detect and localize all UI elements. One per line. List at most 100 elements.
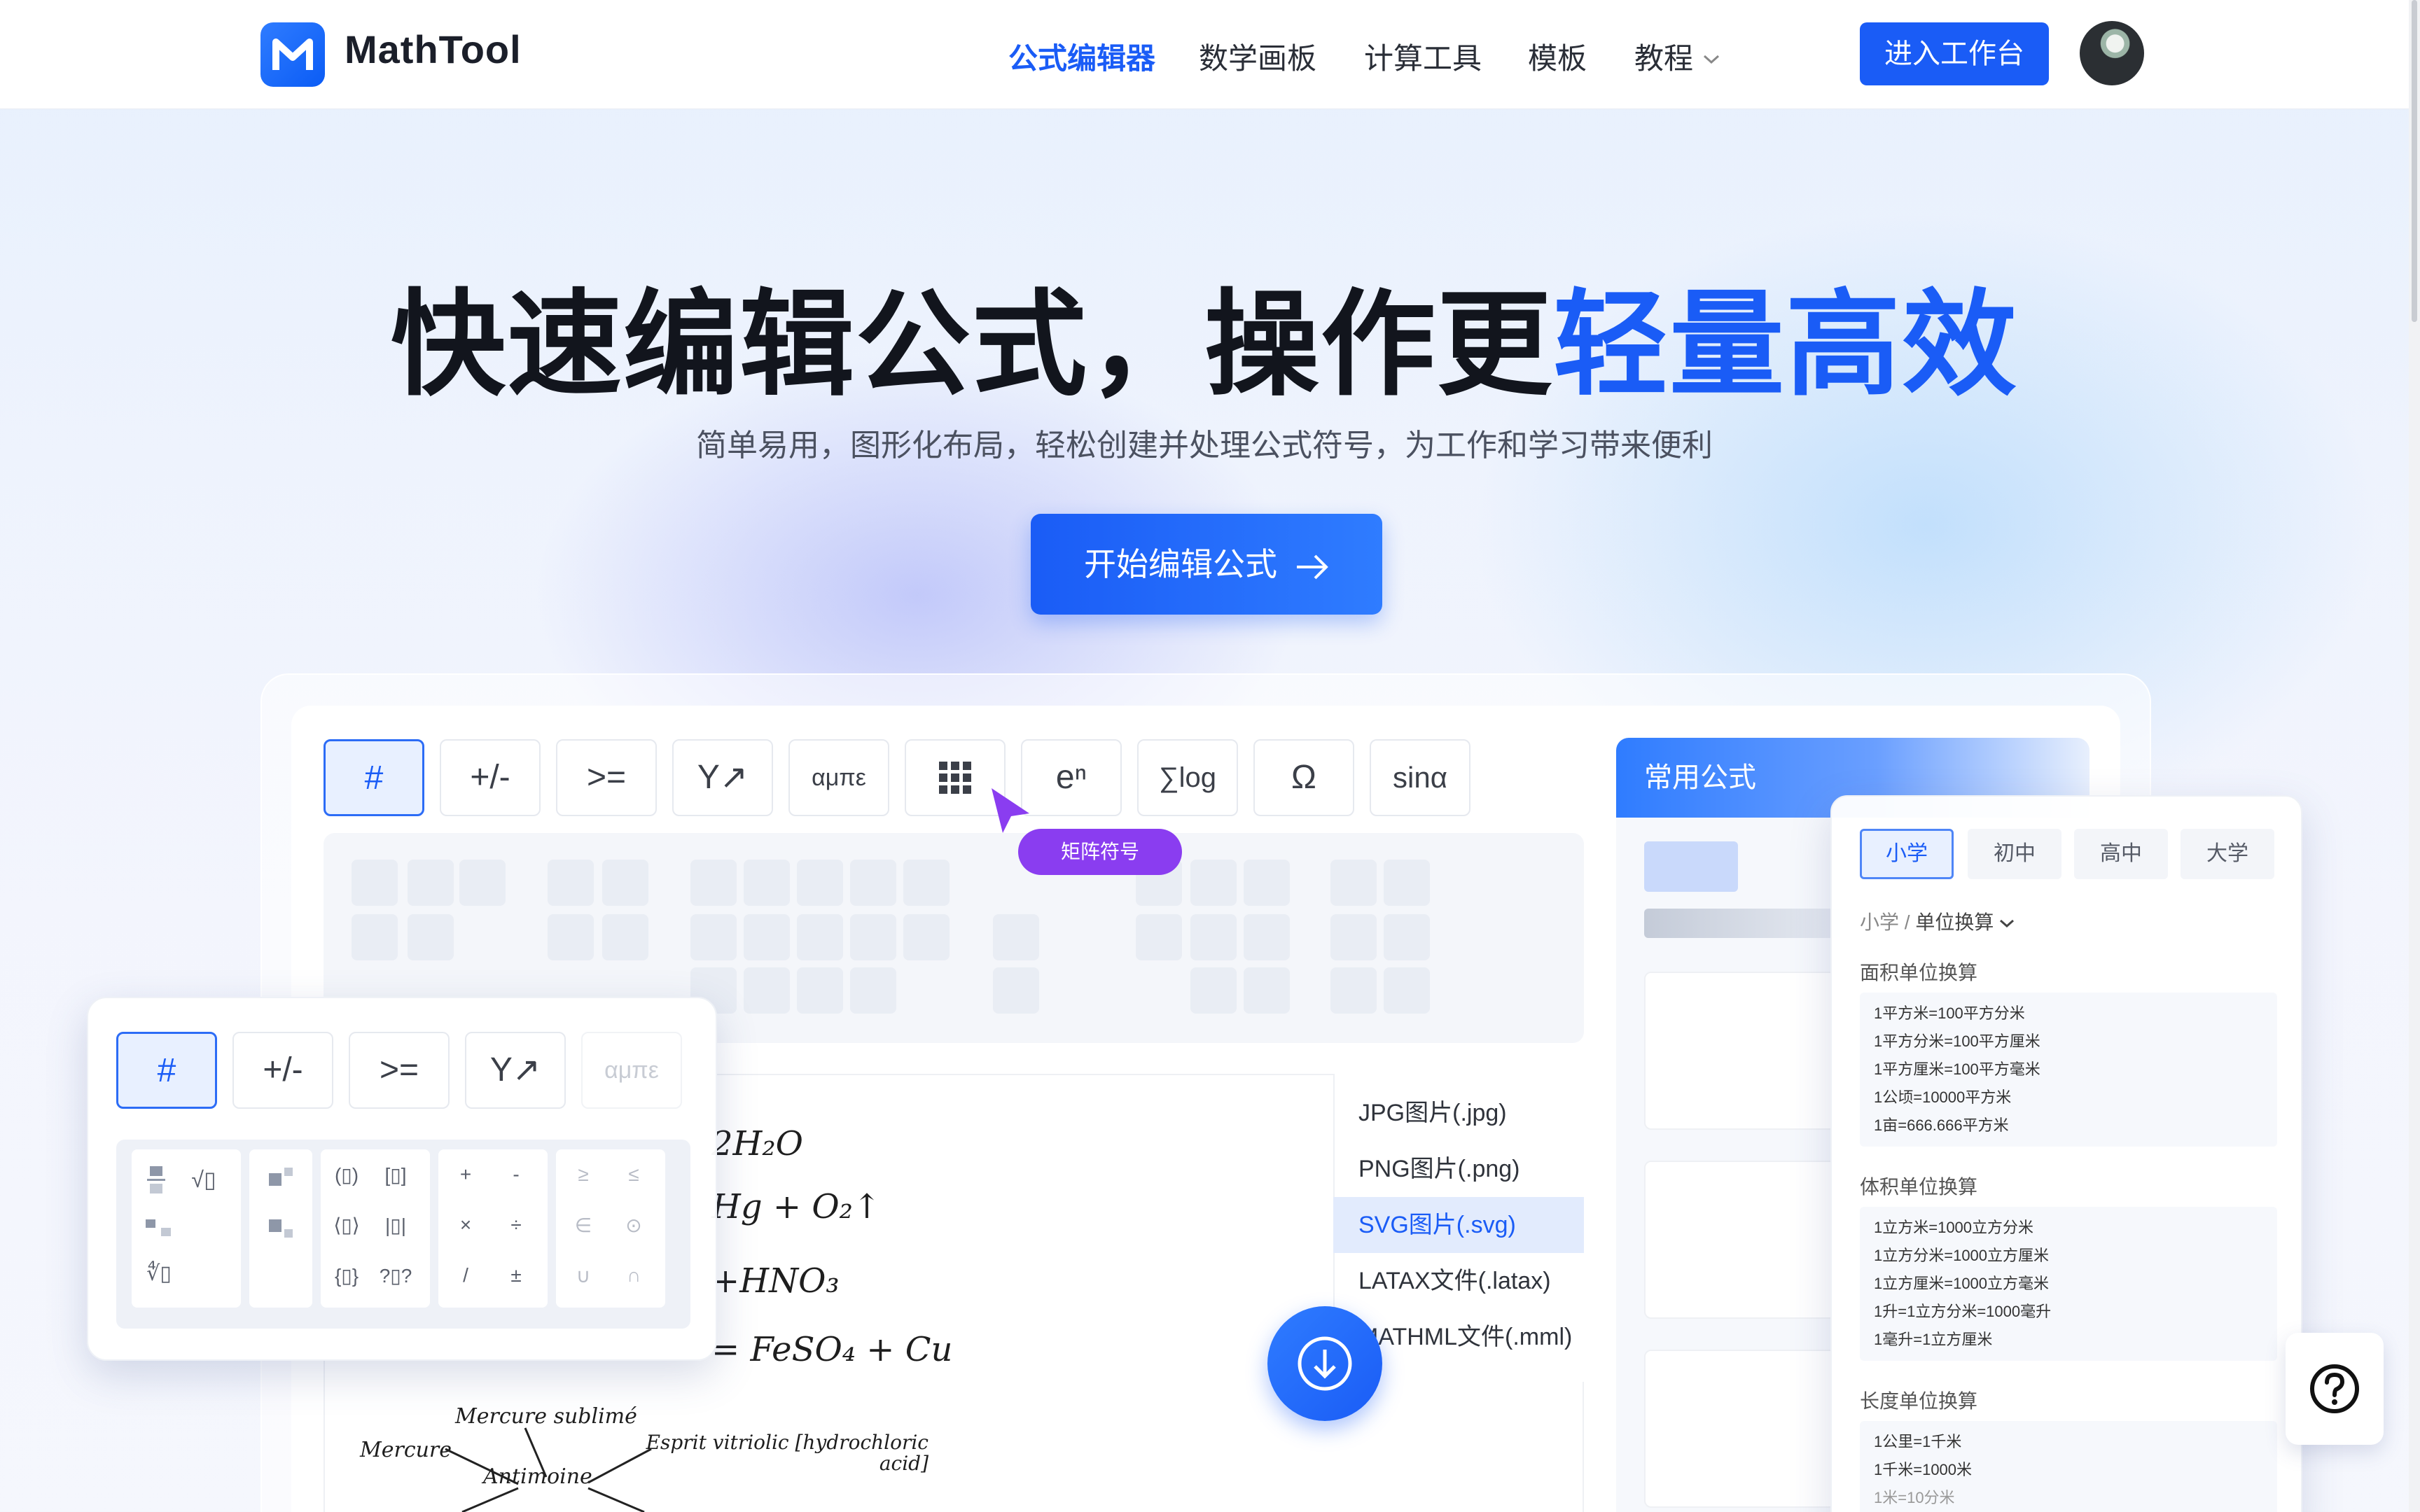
nav-math-board[interactable]: 数学画板 (1199, 35, 1316, 78)
grid-cell[interactable] (744, 967, 790, 1014)
download-button[interactable] (1267, 1306, 1382, 1421)
grid-cell[interactable] (1384, 860, 1430, 906)
breadcrumb[interactable]: 小学 / 单位换算 (1860, 907, 2015, 935)
square-bracket-icon[interactable]: [▯] (378, 1163, 413, 1186)
conditional-icon[interactable]: ?▯? (378, 1264, 413, 1287)
grid-cell[interactable] (1244, 967, 1290, 1014)
grid-cell[interactable] (1330, 914, 1377, 960)
formula-card-placeholder[interactable] (1644, 1161, 1847, 1319)
grid-cell[interactable] (1330, 967, 1377, 1014)
grid-cell[interactable] (850, 914, 896, 960)
breadcrumb-root[interactable]: 小学 / (1860, 911, 1910, 933)
grid-cell[interactable] (602, 914, 648, 960)
grid-cell[interactable] (744, 860, 790, 906)
tool-arrows[interactable]: Y↗ (672, 739, 773, 816)
geq-icon[interactable]: ≥ (566, 1163, 601, 1186)
angle-bracket-icon[interactable]: ⟨▯⟩ (329, 1214, 364, 1237)
slash-icon[interactable]: / (448, 1264, 483, 1287)
grid-cell[interactable] (1190, 967, 1237, 1014)
grid-cell[interactable] (1136, 914, 1182, 960)
grid-cell[interactable] (797, 914, 843, 960)
grid-cell[interactable] (993, 967, 1039, 1014)
grid-cell[interactable] (993, 914, 1039, 960)
grid-cell[interactable] (352, 914, 398, 960)
times-icon[interactable]: × (448, 1214, 483, 1236)
float-tool-greek[interactable]: αμπε (581, 1032, 682, 1109)
grid-cell[interactable] (850, 860, 896, 906)
grid-cell[interactable] (1190, 914, 1237, 960)
minus-icon[interactable]: - (499, 1163, 534, 1186)
nav-calc-tools[interactable]: 计算工具 (1364, 35, 1482, 78)
formula-card-placeholder[interactable] (1644, 972, 1847, 1130)
grid-cell[interactable] (1384, 914, 1430, 960)
export-png[interactable]: PNG图片(.png) (1333, 1141, 1584, 1197)
tool-number[interactable]: # (324, 739, 424, 816)
nav-tutorials[interactable]: 教程 (1634, 35, 1720, 78)
export-svg[interactable]: SVG图片(.svg) (1333, 1197, 1584, 1253)
help-button[interactable] (2286, 1333, 2384, 1445)
grid-cell[interactable] (1244, 914, 1290, 960)
float-tool-number[interactable]: # (116, 1032, 217, 1109)
grid-cell[interactable] (408, 914, 454, 960)
grid-cell[interactable] (1190, 860, 1237, 906)
tab-junior[interactable]: 初中 (1968, 829, 2061, 879)
union-icon[interactable]: ∪ (566, 1264, 601, 1287)
nav-templates[interactable]: 模板 (1528, 35, 1587, 78)
grid-cell[interactable] (690, 860, 737, 906)
logo-icon[interactable] (260, 22, 325, 87)
paren-icon[interactable]: (▯) (329, 1163, 364, 1186)
subscript-icon[interactable] (269, 1219, 294, 1239)
enter-workspace-button[interactable]: 进入工作台 (1860, 22, 2049, 85)
sqrt-icon[interactable]: √▯ (186, 1166, 221, 1193)
tool-sum-log[interactable]: ∑log (1137, 739, 1238, 816)
fraction-icon[interactable] (147, 1165, 165, 1196)
breadcrumb-current[interactable]: 单位换算 (1915, 911, 1994, 933)
grid-cell[interactable] (602, 860, 648, 906)
grid-cell[interactable] (548, 914, 594, 960)
grid-cell[interactable] (797, 967, 843, 1014)
abs-icon[interactable]: |▯| (378, 1214, 413, 1237)
tab-senior[interactable]: 高中 (2074, 829, 2168, 879)
tool-omega[interactable]: Ω (1253, 739, 1354, 816)
grid-cell[interactable] (1384, 967, 1430, 1014)
plusminus-icon[interactable]: ± (499, 1264, 534, 1287)
brand-name[interactable]: MathTool (345, 27, 522, 72)
export-latax[interactable]: LATAX文件(.latax) (1333, 1253, 1584, 1309)
intersection-icon[interactable]: ∩ (616, 1264, 651, 1287)
tool-greek[interactable]: αμπε (788, 739, 889, 816)
formula-tab-placeholder[interactable] (1644, 841, 1738, 892)
odot-icon[interactable]: ⊙ (616, 1214, 651, 1237)
tool-trig[interactable]: sinα (1370, 739, 1470, 816)
scrollbar-thumb[interactable] (2412, 0, 2417, 322)
tool-exponent[interactable]: eⁿ (1021, 739, 1122, 816)
slash-fraction-icon[interactable] (146, 1218, 174, 1239)
volume-formula-box[interactable]: 1立方米=1000立方分米 1立方分米=1000立方厘米 1立方厘米=1000立… (1860, 1207, 2277, 1361)
in-icon[interactable]: ∈ (566, 1214, 601, 1237)
nav-formula-editor[interactable]: 公式编辑器 (1008, 35, 1155, 78)
grid-cell[interactable] (690, 914, 737, 960)
start-editing-button[interactable]: 开始编辑公式 (1031, 514, 1382, 615)
area-formula-box[interactable]: 1平方米=100平方分米 1平方分米=100平方厘米 1平方厘米=100平方毫米… (1860, 993, 2277, 1147)
float-tool-plusminus[interactable]: +/- (232, 1032, 333, 1109)
grid-cell[interactable] (548, 860, 594, 906)
length-formula-box[interactable]: 1公里=1千米 1千米=1000米 1米=10分米 (1860, 1421, 2277, 1512)
nth-root-icon[interactable]: ∜▯ (141, 1261, 176, 1286)
export-jpg[interactable]: JPG图片(.jpg) (1333, 1085, 1584, 1141)
grid-cell[interactable] (744, 914, 790, 960)
float-tool-relations[interactable]: >= (349, 1032, 450, 1109)
leq-icon[interactable]: ≤ (616, 1163, 651, 1186)
divide-icon[interactable]: ÷ (499, 1214, 534, 1236)
grid-cell[interactable] (797, 860, 843, 906)
formula-card-placeholder[interactable] (1644, 1350, 1847, 1508)
grid-cell[interactable] (903, 860, 950, 906)
brace-icon[interactable]: {▯} (329, 1264, 364, 1287)
grid-cell[interactable] (459, 860, 506, 906)
float-tool-arrows[interactable]: Y↗ (465, 1032, 566, 1109)
superscript-icon[interactable] (269, 1168, 294, 1187)
tab-primary[interactable]: 小学 (1860, 829, 1954, 879)
grid-cell[interactable] (408, 860, 454, 906)
tool-plusminus[interactable]: +/- (440, 739, 541, 816)
tab-university[interactable]: 大学 (2181, 829, 2274, 879)
user-avatar[interactable] (2080, 21, 2144, 85)
grid-cell[interactable] (352, 860, 398, 906)
